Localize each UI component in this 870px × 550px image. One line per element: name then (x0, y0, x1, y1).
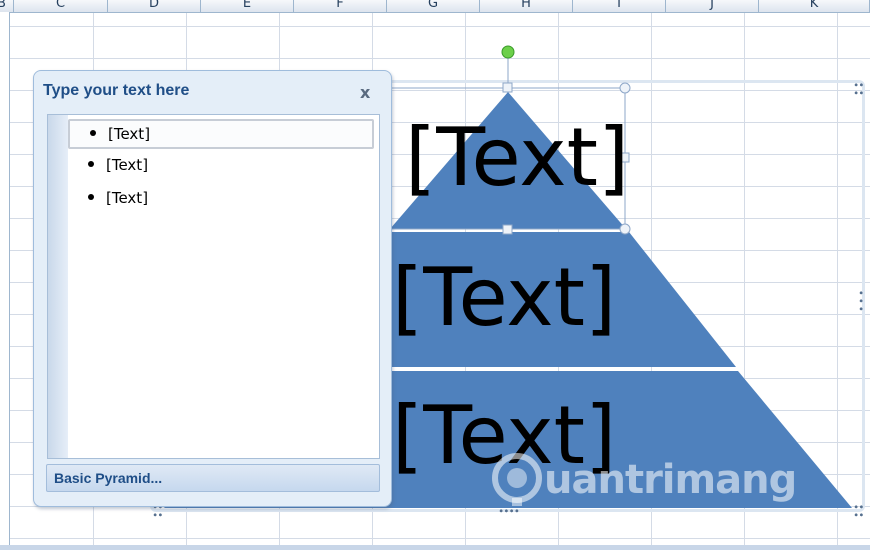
rotation-handle[interactable] (501, 45, 515, 59)
layout-name-button[interactable]: Basic Pyramid... (46, 464, 380, 492)
text-pane-item-label: [Text] (106, 156, 149, 174)
bullet-icon (90, 130, 96, 136)
text-pane-item-2[interactable]: [Text] (68, 152, 374, 182)
selection-handle-top-right[interactable] (619, 82, 631, 94)
text-pane-item-label: [Text] (108, 125, 151, 143)
selection-handle-bottom-mid[interactable] (502, 224, 513, 235)
bullet-icon (88, 194, 94, 200)
watermark-text: uantrimang (544, 457, 797, 503)
pyramid-level-1-text[interactable]: [Text] (405, 118, 629, 198)
text-pane-title: Type your text here (43, 82, 190, 99)
text-pane-gutter (48, 115, 68, 458)
sheet-tab-bar (0, 545, 870, 550)
text-pane-item-label: [Text] (106, 189, 149, 207)
text-pane-list[interactable]: [Text] [Text] [Text] (47, 114, 380, 459)
bullet-icon (88, 161, 94, 167)
text-pane: Type your text here x [Text] [Text] [Tex… (33, 70, 392, 507)
selection-handle-bottom-right[interactable] (619, 223, 631, 235)
close-icon[interactable]: x (360, 85, 370, 101)
selection-handle-top-mid[interactable] (502, 82, 513, 93)
pyramid-level-2-text[interactable]: [Text] (392, 258, 616, 338)
text-pane-item-3[interactable]: [Text] (68, 185, 374, 215)
text-pane-item-1[interactable]: [Text] (68, 119, 374, 149)
layout-name-label: Basic Pyramid... (54, 470, 163, 486)
lightbulb-icon (492, 453, 542, 506)
